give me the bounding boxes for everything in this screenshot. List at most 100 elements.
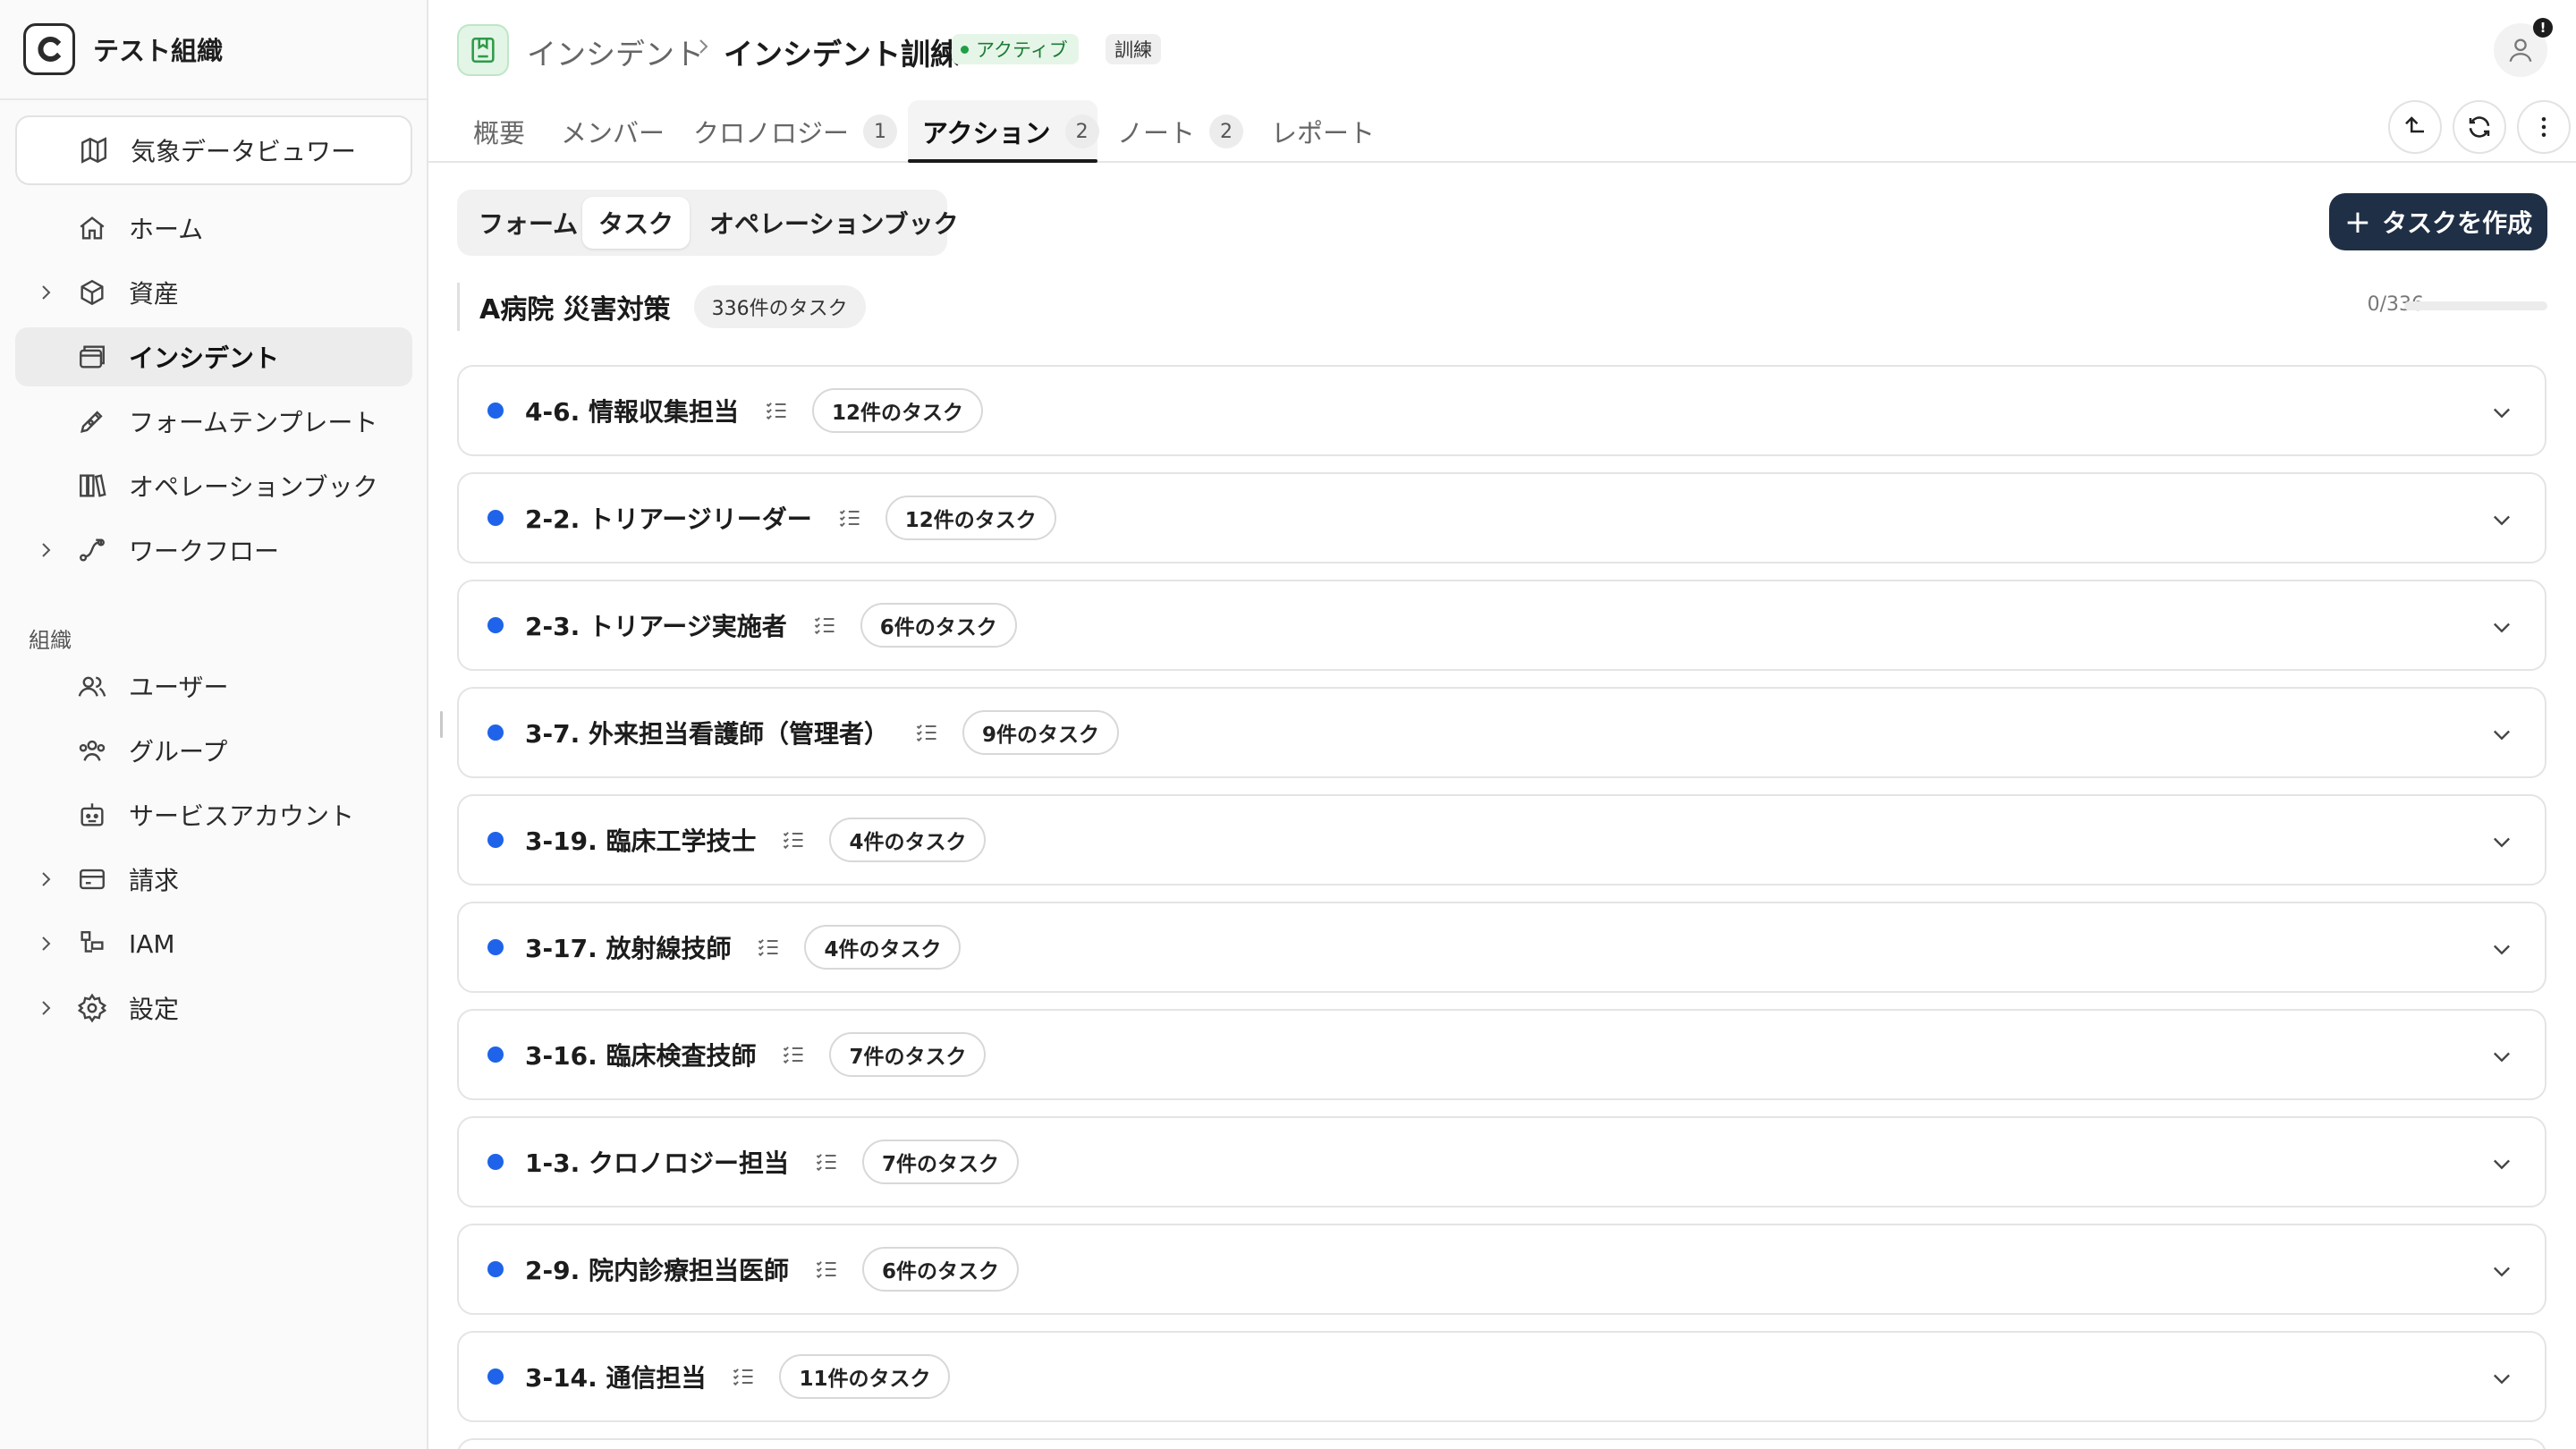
task-role-title: 2-9. 院内診療担当医師 <box>525 1256 789 1285</box>
more-options-button[interactable] <box>2517 100 2571 154</box>
sidebar-item-5[interactable]: ワークフロー <box>15 521 412 580</box>
task-group-row[interactable]: 3-19. 臨床工学技士 4件のタスク <box>457 794 2546 886</box>
task-group-row[interactable]: 3-7. 外来担当看護師（管理者） 9件のタスク <box>457 687 2546 778</box>
chevron-down-icon[interactable] <box>2489 1366 2514 1391</box>
status-dot-icon <box>487 724 504 741</box>
chevron-down-icon[interactable] <box>2489 936 2514 962</box>
subtab-operation-books[interactable]: オペレーションブック <box>693 197 975 249</box>
chevron-down-icon[interactable] <box>2489 722 2514 747</box>
task-role-title: 2-2. トリアージリーダー <box>525 504 812 534</box>
tab-4[interactable]: ノート 2 <box>1117 100 1244 163</box>
status-dot-icon <box>487 832 504 848</box>
create-task-button[interactable]: + タスクを作成 <box>2329 193 2547 250</box>
task-group-count: 336件のタスク <box>693 285 866 328</box>
chevron-right-icon[interactable] <box>35 933 56 954</box>
sidebar-item-weather-viewer[interactable]: 気象データビュワー <box>15 115 412 185</box>
task-group-row[interactable]: 2-2. トリアージリーダー 12件のタスク <box>457 472 2546 564</box>
task-count-badge: 12件のタスク <box>811 388 983 433</box>
tab-2[interactable]: クロノロジー 1 <box>693 100 898 163</box>
sidebar-item-label: ユーザー <box>129 673 229 702</box>
group-icon <box>76 734 108 767</box>
sidebar-org-item-1[interactable]: グループ <box>15 721 412 780</box>
sidebar-org-item-3[interactable]: 請求 <box>15 850 412 909</box>
workflow-icon <box>76 534 108 566</box>
task-group-header: A病院 災害対策 336件のタスク <box>457 283 866 331</box>
sidebar-item-label: 気象データビュワー <box>131 137 357 166</box>
task-count-badge: 11件のタスク <box>779 1354 951 1399</box>
org-switcher[interactable]: テスト組織 <box>0 0 427 100</box>
tab-label: レポート <box>1271 118 1376 148</box>
task-count-badge: 7件のタスク <box>829 1032 987 1077</box>
incident-book-icon <box>457 24 509 76</box>
sidebar: テスト組織 気象データビュワー ホーム 資産インシデントフォームテンプレートオペレ… <box>0 0 428 1449</box>
tab-label: メンバー <box>561 118 665 148</box>
status-dot-icon <box>487 1261 504 1277</box>
tab-3[interactable]: アクション 2 <box>922 100 1099 163</box>
task-group-row[interactable]: 1-3. クロノロジー担当 7件のタスク <box>457 1116 2546 1208</box>
chevron-down-icon[interactable] <box>2489 507 2514 532</box>
sidebar-item-label: オペレーションブック <box>129 472 378 502</box>
incident-icon <box>76 341 108 373</box>
sidebar-org-item-5[interactable]: 設定 <box>15 979 412 1038</box>
subtab-tasks[interactable]: タスク <box>582 197 691 249</box>
page-title: インシデント訓練 <box>724 37 960 72</box>
task-group-row[interactable]: 3-17. 放射線技師 4件のタスク <box>457 902 2546 993</box>
tab-0[interactable]: 概要 <box>473 100 525 163</box>
sidebar-org-item-2[interactable]: サービスアカウント <box>15 785 412 844</box>
chevron-right-icon[interactable] <box>35 869 56 890</box>
subtab-forms[interactable]: フォーム <box>462 197 594 249</box>
sidebar-item-2[interactable]: インシデント <box>15 327 412 386</box>
checklist-icon <box>781 827 806 852</box>
sidebar-item-1[interactable]: 資産 <box>15 263 412 322</box>
task-group-row-partial[interactable] <box>457 1438 2546 1449</box>
sidebar-item-label: インシデント <box>129 343 280 373</box>
box-icon <box>76 276 108 309</box>
task-count-badge: 4件のタスク <box>829 818 987 862</box>
map-icon <box>78 134 110 166</box>
breadcrumb-parent[interactable]: インシデント <box>527 30 704 73</box>
task-group-row[interactable]: 2-9. 院内診療担当医師 6件のタスク <box>457 1224 2546 1315</box>
upload-button[interactable] <box>2388 100 2442 154</box>
sidebar-item-0[interactable]: ホーム <box>15 199 412 258</box>
tab-5[interactable]: レポート <box>1271 100 1375 163</box>
sidebar-org-item-4[interactable]: IAM <box>15 914 412 973</box>
chevron-down-icon[interactable] <box>2489 1151 2514 1176</box>
task-group-row[interactable]: 2-3. トリアージ実施者 6件のタスク <box>457 580 2546 671</box>
chevron-right-icon[interactable] <box>35 997 56 1019</box>
chevron-right-icon <box>692 36 714 57</box>
checklist-icon <box>764 398 789 423</box>
sidebar-item-3[interactable]: フォームテンプレート <box>15 392 412 451</box>
refresh-button[interactable] <box>2453 100 2506 154</box>
task-count-badge: 6件のタスク <box>861 1247 1019 1292</box>
chevron-down-icon[interactable] <box>2489 400 2514 425</box>
sidebar-item-label: IAM <box>129 928 175 959</box>
task-progress-bar <box>2404 301 2547 310</box>
status-text: アクティブ <box>976 39 1068 61</box>
billing-icon <box>76 863 108 895</box>
checklist-icon <box>756 935 781 960</box>
sidebar-org-item-0[interactable]: ユーザー <box>15 657 412 716</box>
task-group-row[interactable]: 4-6. 情報収集担当 12件のタスク <box>457 365 2546 456</box>
checklist-icon <box>812 613 837 638</box>
chevron-down-icon[interactable] <box>2489 614 2514 640</box>
status-dot-icon <box>487 1046 504 1063</box>
sidebar-item-label: ワークフロー <box>129 537 280 566</box>
chevron-right-icon[interactable] <box>35 282 56 303</box>
task-count-badge: 12件のタスク <box>885 496 1056 540</box>
task-group-row[interactable]: 3-16. 臨床検査技師 7件のタスク <box>457 1009 2546 1100</box>
chevron-down-icon[interactable] <box>2489 1044 2514 1069</box>
checklist-icon <box>914 720 939 745</box>
org-name: テスト組織 <box>93 36 224 66</box>
task-group-row[interactable]: 3-14. 通信担当 11件のタスク <box>457 1331 2546 1422</box>
chevron-right-icon[interactable] <box>35 539 56 561</box>
chevron-down-icon[interactable] <box>2489 1258 2514 1284</box>
task-role-title: 2-3. トリアージ実施者 <box>525 612 787 641</box>
main-content: インシデント インシデント訓練 アクティブ 訓練 ! 概要 メンバー クロノロジー 1… <box>428 0 2576 1449</box>
chevron-down-icon[interactable] <box>2489 829 2514 854</box>
sidebar-item-4[interactable]: オペレーションブック <box>15 456 412 515</box>
task-role-title: 3-19. 臨床工学技士 <box>525 826 757 856</box>
tab-1[interactable]: メンバー <box>561 100 665 163</box>
task-role-title: 3-7. 外来担当看護師（管理者） <box>525 719 889 749</box>
status-dot-icon <box>487 1154 504 1170</box>
sidebar-item-label: 設定 <box>129 995 180 1024</box>
